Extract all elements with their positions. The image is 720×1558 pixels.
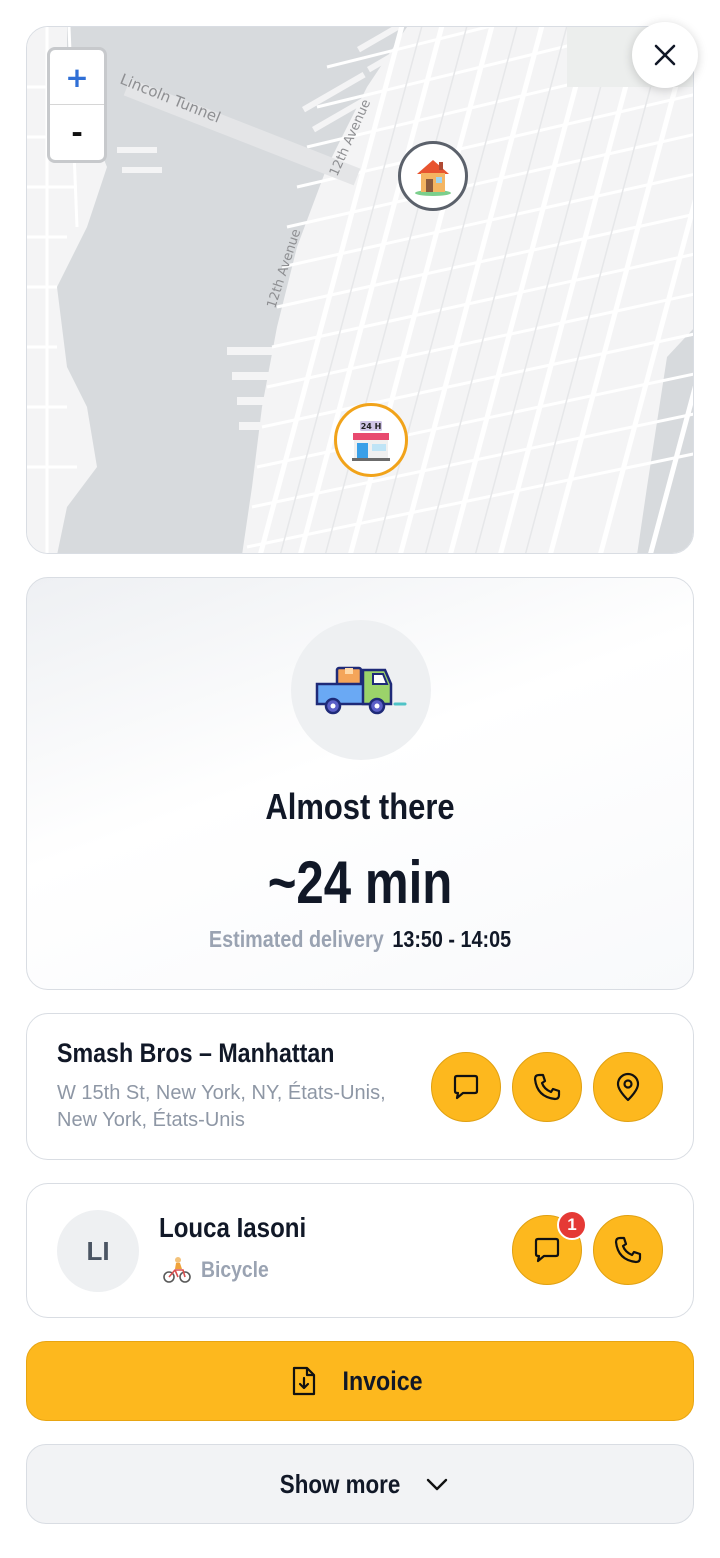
file-download-icon: [293, 1366, 316, 1396]
restaurant-address: W 15th St, New York, NY, États-Unis, New…: [57, 1082, 386, 1131]
estimated-delivery: Estimated delivery 13:50 - 14:05: [74, 926, 647, 953]
store-24h-icon: 24 H: [352, 421, 390, 461]
estimated-delivery-label: Estimated delivery: [208, 926, 384, 952]
courier-chat-button[interactable]: 1: [512, 1210, 587, 1285]
delivery-status-card: Almost there ~24 min Estimated delivery 1…: [26, 577, 694, 990]
cyclist-icon: [163, 1257, 191, 1283]
chat-icon: [453, 1074, 479, 1100]
map-pin-icon: [616, 1072, 640, 1102]
invoice-label: Invoice: [342, 1365, 424, 1396]
unread-badge: 1: [557, 1210, 587, 1240]
courier-vehicle-label: Bicycle: [201, 1257, 269, 1282]
destination-marker[interactable]: [398, 141, 468, 211]
courier-avatar: LI: [57, 1210, 139, 1292]
show-more-label: Show more: [279, 1468, 401, 1499]
courier-card: LI Louca Iasoni Bicycle 1: [26, 1183, 694, 1318]
phone-icon: [533, 1073, 561, 1101]
restaurant-call-button[interactable]: [512, 1052, 582, 1122]
zoom-in-button[interactable]: +: [50, 50, 104, 105]
courier-name: Louca Iasoni: [159, 1212, 307, 1243]
house-icon: [415, 160, 451, 196]
truck-badge: [291, 620, 431, 760]
restaurant-location-button[interactable]: [593, 1052, 663, 1122]
chevron-down-icon: [426, 1478, 448, 1491]
restaurant-chat-button[interactable]: [431, 1052, 501, 1122]
status-title: Almost there: [265, 786, 455, 827]
show-more-button[interactable]: Show more: [26, 1444, 694, 1524]
invoice-button[interactable]: Invoice: [26, 1341, 694, 1421]
eta-value: ~24 min: [267, 849, 453, 916]
courier-vehicle: Bicycle: [163, 1256, 278, 1284]
chat-icon: [534, 1237, 560, 1263]
close-icon: [654, 44, 676, 66]
restaurant-card: Smash Bros – Manhattan W 15th St, New Yo…: [26, 1013, 694, 1160]
zoom-out-button[interactable]: -: [50, 105, 104, 160]
origin-marker[interactable]: 24 H: [334, 403, 408, 477]
estimated-delivery-window: 13:50 - 14:05: [392, 926, 512, 952]
delivery-map[interactable]: Lincoln Tunnel 12th Avenue 12th Avenue +…: [26, 26, 694, 554]
close-button[interactable]: [632, 22, 698, 88]
restaurant-name: Smash Bros – Manhattan: [57, 1038, 335, 1068]
phone-icon: [614, 1236, 642, 1264]
store-sign-text: 24 H: [361, 422, 382, 431]
courier-call-button[interactable]: [593, 1215, 663, 1285]
delivery-truck-icon: [315, 666, 407, 715]
zoom-control: + -: [47, 47, 107, 163]
